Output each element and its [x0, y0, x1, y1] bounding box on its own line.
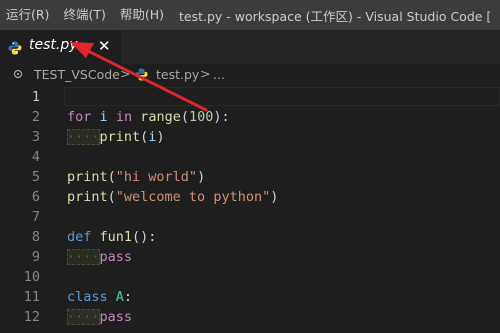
code-text: ····print(i) [67, 127, 165, 147]
code-token: range [140, 109, 181, 125]
code-line[interactable]: 8 def fun1(): [0, 227, 500, 247]
line-number: 9 [31, 249, 40, 265]
code-token: ): [213, 109, 230, 125]
code-token: ( [107, 189, 116, 205]
code-token: A [115, 289, 124, 305]
code-token: for [67, 109, 92, 125]
code-token: def [67, 229, 92, 245]
code-text: ····pass [67, 307, 132, 327]
current-line-highlight [64, 87, 500, 106]
code-token: ) [156, 129, 165, 145]
code-token: "hi world" [115, 169, 198, 185]
line-number: 11 [23, 289, 40, 305]
line-number: 4 [31, 149, 40, 165]
tab-test-py[interactable]: test.py ✕ [0, 30, 121, 64]
breadcrumb-folder[interactable]: TEST_VSCode [34, 67, 120, 82]
python-icon [135, 68, 148, 84]
code-line[interactable]: 1 [0, 87, 500, 107]
code-token: 100 [189, 109, 214, 125]
line-number: 1 [31, 89, 40, 105]
code-token: (): [132, 229, 157, 245]
line-number: 7 [31, 209, 40, 225]
editor-tab-bar: test.py ✕ [0, 30, 500, 64]
python-icon [8, 40, 22, 59]
tab-label: test.py [29, 37, 78, 53]
code-token: "welcome to python" [115, 189, 271, 205]
code-token: print [67, 189, 108, 205]
code-line[interactable]: 2 for i in range(100): [0, 107, 500, 127]
breadcrumb-more[interactable]: ... [213, 67, 225, 82]
indent-guide: ···· [67, 309, 100, 325]
line-number: 10 [23, 269, 40, 285]
breadcrumb: TEST_VSCode > test.py > ... [0, 64, 500, 86]
window-title: test.py - workspace (工作区) - Visual Studi… [179, 8, 492, 24]
breadcrumb-separator: > [120, 66, 131, 81]
code-token: print [67, 169, 108, 185]
code-text: print("welcome to python") [67, 187, 278, 207]
code-line[interactable]: 7 [0, 207, 500, 227]
line-number: 12 [23, 309, 40, 325]
menu-help[interactable]: 帮助(H) [113, 0, 171, 30]
line-number: 3 [31, 129, 40, 145]
code-token: ) [270, 189, 279, 205]
folder-circle-icon [14, 70, 22, 78]
code-line[interactable]: 6 print("welcome to python") [0, 187, 500, 207]
code-token: ) [197, 169, 206, 185]
code-line[interactable]: 4 [0, 147, 500, 167]
code-line[interactable]: 10 [0, 267, 500, 287]
title-bar: 运行(R) 终端(T) 帮助(H) test.py - workspace (工… [0, 0, 500, 30]
line-number: 6 [31, 189, 40, 205]
code-text: for i in range(100): [67, 107, 230, 127]
code-token: print [99, 129, 141, 145]
code-text: print("hi world") [67, 167, 205, 187]
code-line[interactable]: 11 class A: [0, 287, 500, 307]
indent-guide: ···· [67, 129, 100, 145]
code-token: i [99, 109, 108, 125]
code-token: class [67, 289, 108, 305]
line-number: 2 [31, 109, 40, 125]
code-line[interactable]: 12 ····pass [0, 307, 500, 327]
code-token: ( [180, 109, 189, 125]
breadcrumb-separator: > [200, 66, 211, 81]
indent-guide: ···· [67, 249, 100, 265]
code-text: ····pass [67, 247, 132, 267]
line-number: 8 [31, 229, 40, 245]
code-token: fun1 [99, 229, 133, 245]
code-token: pass [99, 309, 133, 325]
code-line[interactable]: 5 print("hi world") [0, 167, 500, 187]
code-line[interactable]: 3 ····print(i) [0, 127, 500, 147]
breadcrumb-file[interactable]: test.py [156, 67, 199, 82]
close-icon[interactable]: ✕ [98, 36, 111, 56]
code-token: in [115, 109, 133, 125]
code-token: pass [99, 249, 133, 265]
code-text: def fun1(): [67, 227, 156, 247]
code-line[interactable]: 9 ····pass [0, 247, 500, 267]
menu-run[interactable]: 运行(R) [0, 0, 56, 30]
code-token: ( [107, 169, 116, 185]
menu-terminal[interactable]: 终端(T) [56, 0, 112, 30]
code-token: : [123, 289, 133, 305]
code-text: class A: [67, 287, 132, 307]
line-number: 5 [31, 169, 40, 185]
code-editor[interactable]: 1 2 for i in range(100): 3 ····print(i) 4 5 pri… [0, 86, 500, 333]
